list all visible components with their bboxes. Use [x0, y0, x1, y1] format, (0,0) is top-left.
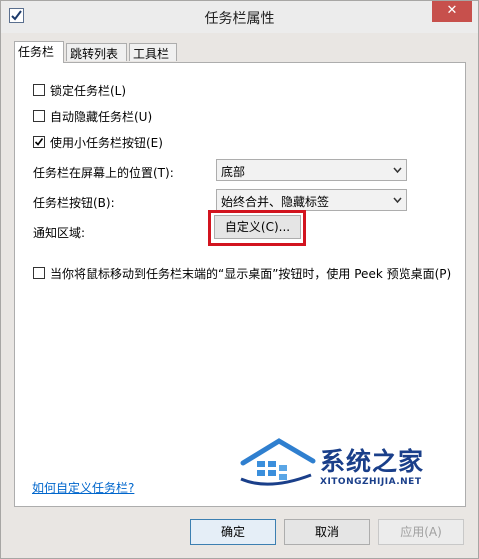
apply-button[interactable]: 应用(A) — [378, 519, 464, 545]
checkmark-icon — [34, 138, 44, 146]
close-button[interactable]: ✕ — [432, 1, 472, 22]
small-buttons-label: 使用小任务栏按钮(E) — [50, 136, 163, 150]
taskbar-properties-dialog: 任务栏属性 ✕ 任务栏 跳转列表 工具栏 锁定任务栏(L) 自动隐藏任务栏(U)… — [0, 0, 479, 559]
tab-taskbar[interactable]: 任务栏 — [14, 41, 64, 63]
close-icon: ✕ — [446, 3, 458, 18]
tab-toolbars[interactable]: 工具栏 — [129, 43, 177, 61]
ok-button[interactable]: 确定 — [190, 519, 276, 545]
auto-hide-checkbox[interactable] — [33, 110, 45, 122]
location-label: 任务栏在屏幕上的位置(T): — [33, 166, 174, 180]
location-select[interactable]: 底部 — [216, 159, 407, 181]
watermark-title: 系统之家 — [320, 447, 425, 476]
house-logo-icon — [240, 438, 316, 486]
notification-area-label: 通知区域: — [33, 226, 86, 240]
small-buttons-checkbox[interactable] — [33, 136, 45, 148]
lock-taskbar-label: 锁定任务栏(L) — [50, 84, 127, 98]
taskbar-buttons-label: 任务栏按钮(B): — [33, 196, 115, 210]
chevron-down-icon — [393, 197, 402, 204]
chevron-down-icon — [393, 167, 402, 174]
taskbar-buttons-select[interactable]: 始终合并、隐藏标签 — [216, 189, 407, 211]
help-link[interactable]: 如何自定义任务栏? — [32, 479, 134, 496]
lock-taskbar-checkbox[interactable] — [33, 84, 45, 96]
auto-hide-label: 自动隐藏任务栏(U) — [50, 110, 153, 124]
peek-label: 当你将鼠标移动到任务栏末端的“显示桌面”按钮时，使用 Peek 预览桌面(P) — [50, 267, 452, 281]
highlight-box — [208, 210, 306, 246]
watermark-url: XITONGZHIJIA.NET — [320, 477, 422, 487]
taskbar-buttons-value: 始终合并、隐藏标签 — [221, 195, 330, 209]
peek-checkbox[interactable] — [33, 267, 45, 279]
cancel-button[interactable]: 取消 — [284, 519, 370, 545]
title-bar: 任务栏属性 ✕ — [1, 1, 478, 33]
window-title: 任务栏属性 — [204, 11, 275, 27]
watermark: 系统之家 XITONGZHIJIA.NET — [239, 435, 439, 495]
tab-jump-lists[interactable]: 跳转列表 — [66, 43, 127, 61]
location-value: 底部 — [221, 165, 246, 179]
